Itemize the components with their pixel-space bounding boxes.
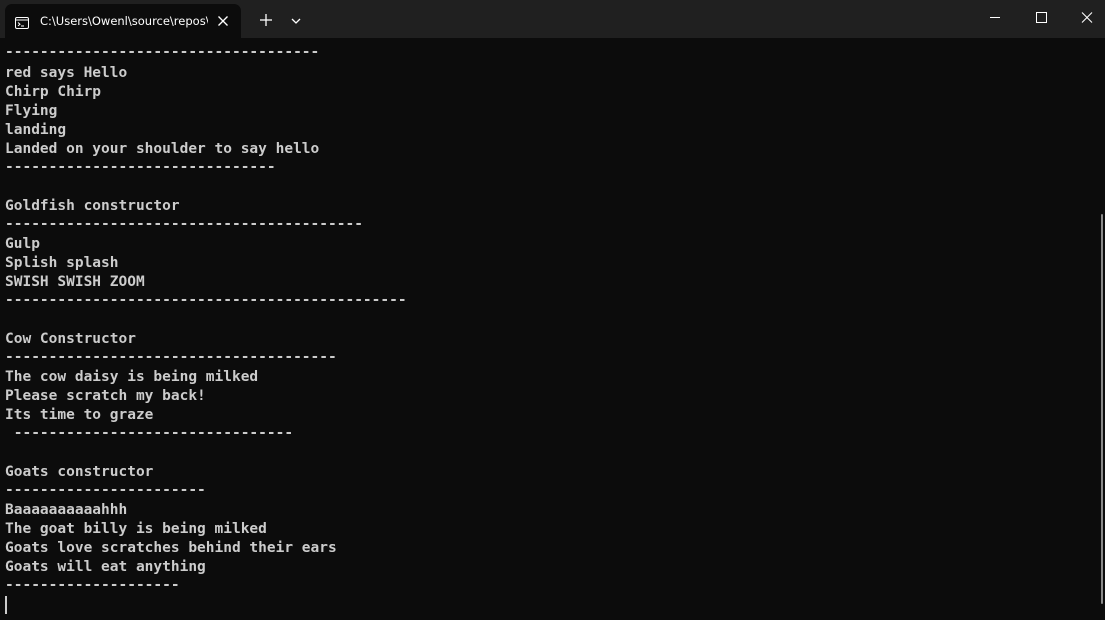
output-line: Splish splash [5, 255, 119, 271]
output-line: ----------------------------------------… [5, 292, 407, 308]
output-line: Goats will eat anything [5, 559, 206, 575]
output-line: -------------------------------------- [5, 349, 337, 365]
output-line: Baaaaaaaaaahhh [5, 502, 128, 518]
output-line: The cow daisy is being milked [5, 369, 259, 385]
terminal-output[interactable]: ------------------------------------ red… [0, 38, 1105, 620]
output-line: red says Hello [5, 65, 128, 81]
new-tab-button[interactable] [255, 9, 277, 31]
output-line: -------------------------------- [5, 425, 294, 441]
output-line: Gulp [5, 236, 40, 252]
output-line: -------------------- [5, 577, 180, 593]
output-line: ----------------------------------------… [5, 216, 363, 232]
output-line: Please scratch my back! [5, 388, 206, 404]
output-line: SWISH SWISH ZOOM [5, 274, 145, 290]
plus-icon [260, 14, 272, 26]
close-window-button[interactable] [1064, 0, 1105, 36]
maximize-button[interactable] [1018, 0, 1064, 36]
close-tab-icon[interactable] [213, 11, 233, 31]
output-line: ------------------------------- [5, 159, 276, 175]
text-cursor [5, 596, 7, 614]
terminal-window: C:\Users\Owenl\source\repos\ -----------… [0, 0, 1105, 620]
output-line: ----------------------- [5, 482, 206, 498]
tab-active[interactable]: C:\Users\Owenl\source\repos\ [5, 4, 241, 38]
output-line: The goat billy is being milked [5, 521, 267, 537]
chevron-down-icon [291, 18, 301, 24]
output-line: Goats constructor [5, 464, 154, 480]
tab-dropdown-button[interactable] [286, 11, 306, 31]
terminal-icon [15, 14, 29, 29]
close-icon [1081, 12, 1093, 23]
minimize-icon [990, 17, 1000, 18]
minimize-button[interactable] [972, 0, 1018, 36]
output-line: Landed on your shoulder to say hello [5, 141, 320, 157]
output-line: ------------------------------------ [5, 44, 320, 60]
output-line: Cow Constructor [5, 331, 136, 347]
output-line: Goats love scratches behind their ears [5, 540, 337, 556]
output-line: Flying [5, 103, 58, 119]
output-line: Goldfish constructor [5, 198, 180, 214]
output-line: Chirp Chirp [5, 84, 102, 100]
output-line: landing [5, 122, 67, 138]
title-bar: C:\Users\Owenl\source\repos\ [0, 0, 1105, 38]
scrollbar[interactable] [1101, 214, 1103, 604]
maximize-icon [1036, 12, 1047, 23]
tab-title: C:\Users\Owenl\source\repos\ [40, 14, 208, 28]
output-line: Its time to graze [5, 407, 154, 423]
